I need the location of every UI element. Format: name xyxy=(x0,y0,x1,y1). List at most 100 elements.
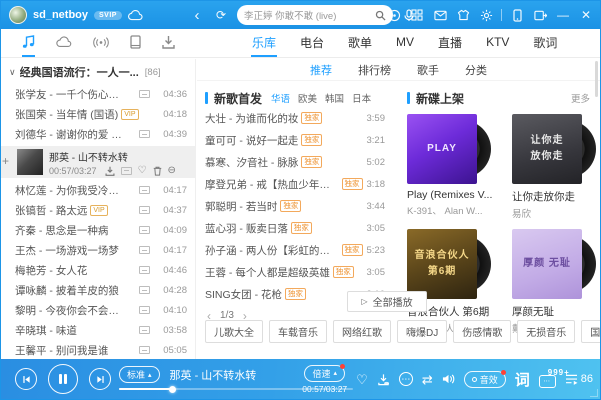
apps-grid-icon[interactable] xyxy=(409,7,425,23)
radio-icon[interactable] xyxy=(93,29,109,57)
now-playing-album-art[interactable] xyxy=(17,149,43,175)
album-title[interactable]: 厚颜无耻 xyxy=(512,304,600,319)
mv-icon[interactable] xyxy=(121,167,132,175)
minimize-button[interactable]: — xyxy=(555,7,571,23)
favorite-heart-icon[interactable]: ♡ xyxy=(356,373,368,386)
timer-icon[interactable] xyxy=(386,7,402,23)
favorite-heart-icon[interactable]: ♡ xyxy=(138,166,147,176)
volume-icon[interactable] xyxy=(442,373,455,385)
cloud-music-icon[interactable] xyxy=(56,29,72,57)
mv-icon[interactable] xyxy=(139,266,150,274)
library-subtab[interactable]: 歌手 xyxy=(417,62,439,78)
skin-icon[interactable] xyxy=(455,7,471,23)
next-track-button[interactable] xyxy=(89,368,111,390)
search-icon[interactable] xyxy=(375,10,386,21)
library-subtab[interactable]: 分类 xyxy=(465,62,487,78)
svip-badge[interactable]: SVIP xyxy=(94,11,122,20)
mv-icon[interactable] xyxy=(139,130,150,138)
close-button[interactable]: ✕ xyxy=(578,7,594,23)
page-prev-icon[interactable]: ‹ xyxy=(207,311,211,321)
category-pill[interactable]: 嗨爆DJ xyxy=(397,320,447,343)
delete-trash-icon[interactable] xyxy=(153,166,162,176)
add-icon[interactable]: + xyxy=(2,155,9,167)
resize-grip[interactable] xyxy=(590,389,598,397)
mv-icon[interactable] xyxy=(139,246,150,254)
new-song-row[interactable]: 蓝心羽 - 贩卖日落 独家 3:05 xyxy=(205,217,393,239)
language-tab[interactable]: 华语 xyxy=(271,91,290,105)
playlist-song-row[interactable]: 林忆莲 - 为你我受冷风吹 04:17 xyxy=(1,180,195,200)
library-subtab[interactable]: 排行榜 xyxy=(358,62,391,78)
category-pill[interactable]: 网络红歌 xyxy=(333,320,391,343)
category-pill[interactable]: 无损音乐 xyxy=(517,320,575,343)
playlist-song-row[interactable]: 谭咏麟 - 披着羊皮的狼 04:28 xyxy=(1,280,195,300)
avatar[interactable] xyxy=(9,6,27,24)
album-card[interactable]: PLAY Play (Remixes V... K-391、 Alan W... xyxy=(407,114,507,220)
download-icon[interactable] xyxy=(377,373,390,386)
playlist-song-row[interactable]: 张镐哲 - 路太远 VIP 04:37 xyxy=(1,200,195,220)
mv-icon[interactable] xyxy=(139,286,150,294)
nav-tab[interactable]: 乐库 xyxy=(251,29,277,57)
language-tab[interactable]: 韩国 xyxy=(325,91,344,105)
settings-gear-icon[interactable] xyxy=(478,7,494,23)
playlist-song-row[interactable]: 刘德华 - 谢谢你的爱 (国语) 04:39 xyxy=(1,124,195,144)
comments-button[interactable]: ⋯ 999+ xyxy=(539,375,556,388)
quality-selector[interactable]: 标准 ▴ xyxy=(119,366,160,383)
playlist-song-row[interactable]: 张国荣 - 当年情 (国语) VIP 04:18 xyxy=(1,104,195,124)
page-next-icon[interactable]: › xyxy=(243,311,247,321)
album-cover[interactable]: 厚颜 无耻 xyxy=(512,229,582,299)
sound-effect-button[interactable]: 音效 xyxy=(464,371,506,388)
playlist-song-row[interactable]: 王馨平 - 别问我是谁 05:05 xyxy=(1,340,195,359)
playlist-song-row[interactable]: 张学友 - 一千个伤心的理由 04:36 xyxy=(1,84,195,104)
refresh-icon[interactable]: ⟳ xyxy=(213,7,229,23)
play-all-button[interactable]: ▷ 全部播放 xyxy=(347,291,427,312)
language-tab[interactable]: 日本 xyxy=(352,91,371,105)
back-icon[interactable]: ‹ xyxy=(189,7,205,23)
playlist-song-row[interactable]: 齐秦 - 思念是一种病 04:09 xyxy=(1,220,195,240)
mini-mode-icon[interactable] xyxy=(532,7,548,23)
mv-icon[interactable] xyxy=(139,90,150,98)
nav-tab[interactable]: 直播 xyxy=(437,29,463,57)
more-link[interactable]: 更多 xyxy=(571,91,590,105)
new-song-row[interactable]: 摩登兄弟 - 戒【热血少年电视剧片... 独家 3:18 xyxy=(205,173,393,195)
mobile-phone-icon[interactable] xyxy=(509,7,525,23)
playlist-song-row[interactable]: 王杰 - 一场游戏一场梦 04:17 xyxy=(1,240,195,260)
device-icon[interactable] xyxy=(130,29,141,57)
nav-tab[interactable]: KTV xyxy=(485,29,510,57)
playlist-header[interactable]: ∨ 经典国语流行：一人一... [86] xyxy=(1,59,195,84)
mv-icon[interactable] xyxy=(139,186,150,194)
download-icon[interactable] xyxy=(105,166,115,176)
playback-speed-button[interactable]: 倍速 ▴ xyxy=(304,365,345,382)
new-song-row[interactable]: 孙子涵 - 两人份【彩虹的重力电视... 独家 5:23 xyxy=(205,239,393,261)
new-song-row[interactable]: 大壮 - 为谁而化的妆 独家 3:59 xyxy=(205,107,393,129)
remove-circle-icon[interactable]: ⊖ xyxy=(168,166,176,176)
new-song-row[interactable]: 童可可 - 说好一起走 独家 3:21 xyxy=(205,129,393,151)
nav-tab[interactable]: 歌词 xyxy=(532,29,558,57)
previous-track-button[interactable] xyxy=(15,368,37,390)
new-song-row[interactable]: 王蓉 - 每个人都是超级英雄 独家 3:05 xyxy=(205,261,393,283)
download-manager-icon[interactable] xyxy=(162,29,175,57)
progress-handle[interactable] xyxy=(169,386,176,393)
mv-icon[interactable] xyxy=(139,226,150,234)
new-song-row[interactable]: 郭聪明 - 若当时 独家 3:44 xyxy=(205,195,393,217)
more-options-icon[interactable]: ⋯ xyxy=(399,372,413,386)
new-song-row[interactable]: 慕寒、汐音社 - 脉脉 独家 5:02 xyxy=(205,151,393,173)
playlist-song-row[interactable]: 辛晓琪 - 味道 03:58 xyxy=(1,320,195,340)
mail-icon[interactable] xyxy=(432,7,448,23)
album-title[interactable]: 让你走放你走 xyxy=(512,189,600,204)
player-song-title[interactable]: 那英 - 山不转水转 xyxy=(170,367,257,383)
mv-icon[interactable] xyxy=(139,206,150,214)
category-pill[interactable]: 伤感情歌 xyxy=(453,320,511,343)
collapse-chevron-icon[interactable]: ∨ xyxy=(9,67,16,78)
username[interactable]: sd_netboy xyxy=(33,9,88,21)
now-playing-row[interactable]: + 那英 - 山不转水转 00:57/03:27 ♡ ⊖ xyxy=(1,146,195,178)
library-subtab[interactable]: 推荐 xyxy=(310,62,332,78)
pause-button[interactable] xyxy=(48,364,78,394)
album-artist[interactable]: 易欣 xyxy=(512,206,600,220)
language-tab[interactable]: 欧美 xyxy=(298,91,317,105)
album-title[interactable]: Play (Remixes V... xyxy=(407,189,499,201)
category-pill[interactable]: 儿歌大全 xyxy=(205,320,263,343)
category-pill[interactable]: 国风歌曲 xyxy=(581,320,600,343)
category-pill[interactable]: 车载音乐 xyxy=(269,320,327,343)
album-cover[interactable]: 音浪合伙人 第6期 xyxy=(407,229,477,299)
nav-tab[interactable]: 歌单 xyxy=(347,29,373,57)
